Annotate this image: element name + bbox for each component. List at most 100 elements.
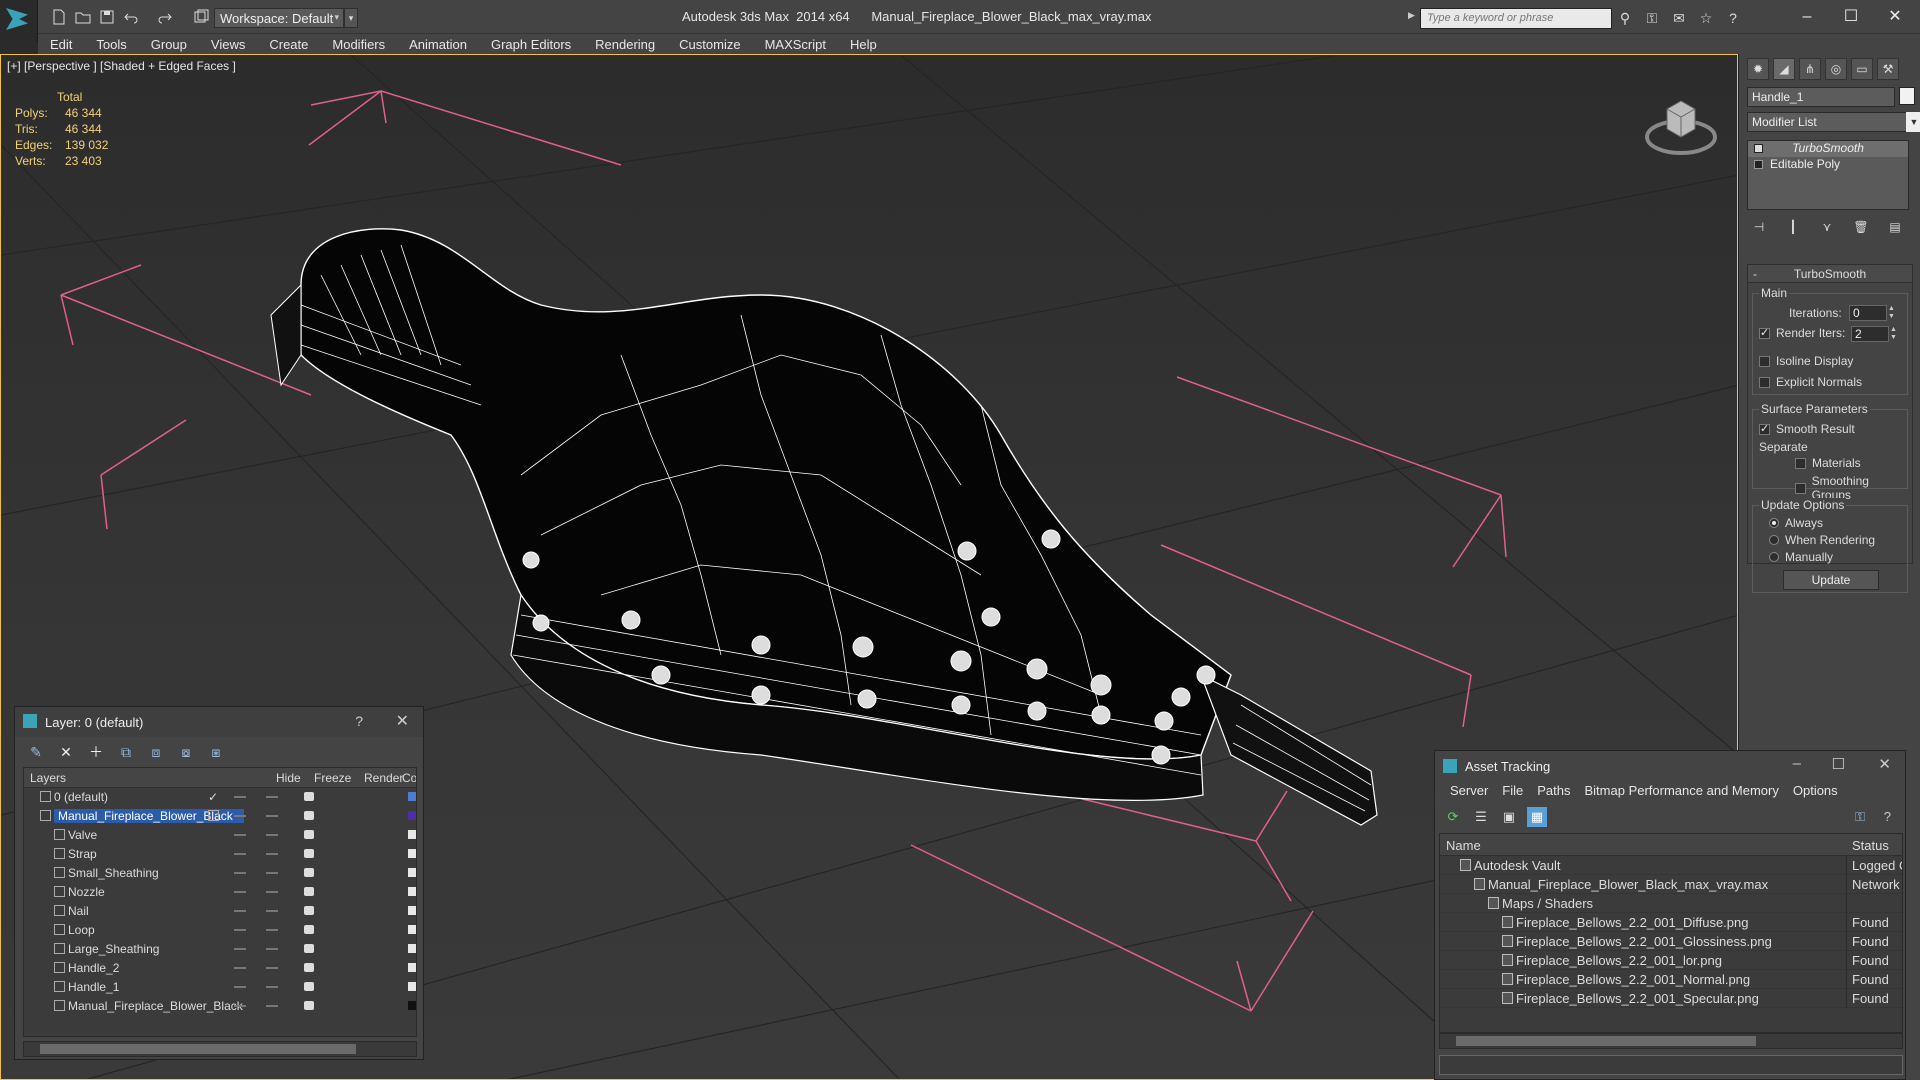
undo-icon[interactable]	[122, 8, 140, 26]
pin-stack-icon[interactable]: ⊣	[1749, 220, 1769, 240]
viewcube-icon[interactable]	[1641, 85, 1721, 165]
freeze-toggle-icon[interactable]	[266, 853, 278, 855]
window-title-bar[interactable]: Asset Tracking – ☐ ✕	[1435, 751, 1905, 781]
layer-row[interactable]: Loop	[24, 921, 416, 940]
radio-selected[interactable]	[1769, 518, 1779, 528]
stack-item-editable-poly[interactable]: Editable Poly	[1748, 157, 1908, 173]
hierarchy-tab-icon[interactable]: ⋔	[1799, 58, 1821, 80]
asset-row[interactable]: Maps / Shaders	[1440, 894, 1902, 913]
checkbox-checked[interactable]	[1759, 422, 1770, 435]
asset-row[interactable]: Manual_Fireplace_Blower_Black_max_vray.m…	[1440, 875, 1902, 894]
column-color[interactable]: Col	[402, 771, 416, 785]
stack-item-turbosmooth[interactable]: TurboSmooth	[1748, 141, 1908, 157]
motion-tab-icon[interactable]: ◎	[1825, 58, 1847, 80]
explicit-normals-checkbox[interactable]: Explicit Normals	[1759, 375, 1862, 389]
horizontal-scrollbar[interactable]	[1439, 1033, 1903, 1049]
render-teapot-icon[interactable]	[304, 887, 314, 896]
checkbox-unchecked[interactable]	[1795, 482, 1806, 494]
freeze-toggle-icon[interactable]	[266, 796, 278, 798]
menu-paths[interactable]: Paths	[1530, 783, 1577, 798]
menu-item-views[interactable]: Views	[199, 37, 257, 52]
create-tab-icon[interactable]: ✹	[1747, 58, 1769, 80]
layer-color-swatch[interactable]	[408, 830, 416, 839]
remove-modifier-icon[interactable]: 🗑	[1851, 220, 1871, 240]
thumbnail-view-icon[interactable]: ▣	[1499, 807, 1519, 827]
radio-unselected[interactable]	[1769, 535, 1779, 545]
subscription-icon[interactable]: ⚿	[1643, 9, 1661, 27]
column-status[interactable]: Status	[1852, 838, 1889, 853]
redo-icon[interactable]	[156, 8, 174, 26]
table-view-icon[interactable]: ▦	[1527, 807, 1547, 827]
update-button[interactable]: Update	[1783, 570, 1879, 590]
freeze-toggle-icon[interactable]	[266, 910, 278, 912]
close-icon[interactable]: ✕	[1878, 755, 1891, 773]
help-icon[interactable]: ?	[355, 713, 363, 729]
layer-color-swatch[interactable]	[408, 982, 416, 991]
menu-item-customize[interactable]: Customize	[667, 37, 752, 52]
horizontal-scrollbar[interactable]	[23, 1041, 417, 1057]
set-current-layer-icon[interactable]: ⧇	[175, 741, 197, 763]
layer-color-swatch[interactable]	[408, 925, 416, 934]
render-teapot-icon[interactable]	[304, 982, 314, 991]
hide-toggle-icon[interactable]	[234, 1005, 246, 1007]
list-view-icon[interactable]: ☰	[1471, 807, 1491, 827]
spinner-arrows-icon[interactable]: ▲ ▼	[1888, 305, 1897, 321]
menu-bitmap-performance[interactable]: Bitmap Performance and Memory	[1578, 783, 1786, 798]
hide-toggle-icon[interactable]	[234, 929, 246, 931]
help-icon[interactable]: ?	[1724, 9, 1742, 27]
set-current-box-icon[interactable]	[208, 810, 219, 821]
render-teapot-icon[interactable]	[304, 792, 314, 801]
menu-item-rendering[interactable]: Rendering	[583, 37, 667, 52]
create-layer-icon[interactable]: ✎	[25, 741, 47, 763]
search-expand-icon[interactable]: ▶	[1408, 10, 1418, 26]
freeze-toggle-icon[interactable]	[266, 834, 278, 836]
render-iters-checkbox[interactable]: Render Iters:	[1759, 326, 1845, 340]
render-teapot-icon[interactable]	[304, 925, 314, 934]
layer-row[interactable]: Nail	[24, 902, 416, 921]
menu-item-maxscript[interactable]: MAXScript	[753, 37, 838, 52]
layer-color-swatch[interactable]	[408, 944, 416, 953]
checkbox-unchecked[interactable]	[1759, 376, 1770, 388]
minimize-button[interactable]: –	[1793, 755, 1801, 772]
minimize-button[interactable]: –	[1784, 6, 1830, 28]
layer-row[interactable]: Valve	[24, 826, 416, 845]
close-icon[interactable]: ✕	[396, 711, 409, 731]
lightbulb-icon[interactable]	[1754, 144, 1763, 153]
layer-row[interactable]: Handle_1	[24, 978, 416, 997]
modify-tab-icon[interactable]: ◢	[1773, 58, 1795, 80]
render-teapot-icon[interactable]	[304, 811, 314, 820]
maximize-button[interactable]: ☐	[1832, 755, 1845, 773]
checkbox-unchecked[interactable]	[1759, 355, 1770, 367]
asset-row[interactable]: Fireplace_Bellows_2.2_001_Glossiness.png…	[1440, 932, 1902, 951]
menu-server[interactable]: Server	[1443, 783, 1495, 798]
object-name-field[interactable]: Handle_1	[1747, 87, 1895, 107]
new-file-icon[interactable]	[50, 8, 68, 26]
column-freeze[interactable]: Freeze	[314, 771, 351, 785]
layer-color-swatch[interactable]	[408, 811, 416, 820]
maximize-button[interactable]: ☐	[1828, 6, 1874, 28]
asset-row[interactable]: Fireplace_Bellows_2.2_001_Specular.png Fo…	[1440, 989, 1902, 1008]
display-tab-icon[interactable]: ▭	[1851, 58, 1873, 80]
communication-icon[interactable]: ✉	[1670, 9, 1688, 27]
menu-item-animation[interactable]: Animation	[397, 37, 479, 52]
hide-toggle-icon[interactable]	[234, 796, 246, 798]
object-color-swatch[interactable]	[1899, 87, 1915, 105]
make-unique-icon[interactable]: ⋎	[1817, 220, 1837, 240]
render-teapot-icon[interactable]	[304, 1001, 314, 1010]
search-input[interactable]: Type a keyword or phrase	[1420, 8, 1612, 29]
freeze-toggle-icon[interactable]	[266, 872, 278, 874]
menu-options[interactable]: Options	[1786, 783, 1845, 798]
configure-modifier-sets-icon[interactable]: ▤	[1885, 220, 1905, 240]
column-render[interactable]: Render	[364, 771, 403, 785]
spinner-arrows-icon[interactable]: ▲ ▼	[1890, 326, 1899, 342]
radio-unselected[interactable]	[1769, 552, 1779, 562]
smooth-result-checkbox[interactable]: Smooth Result	[1759, 422, 1855, 436]
hide-toggle-icon[interactable]	[234, 853, 246, 855]
layer-row[interactable]: Strap	[24, 845, 416, 864]
hide-all-layers-icon[interactable]: ⧆	[205, 741, 227, 763]
layer-row[interactable]: Handle_2	[24, 959, 416, 978]
iterations-input[interactable]: 0	[1849, 305, 1887, 321]
favorites-star-icon[interactable]: ☆	[1697, 9, 1715, 27]
add-to-layer-icon[interactable]: ＋	[85, 741, 107, 763]
open-folder-icon[interactable]	[74, 8, 92, 26]
